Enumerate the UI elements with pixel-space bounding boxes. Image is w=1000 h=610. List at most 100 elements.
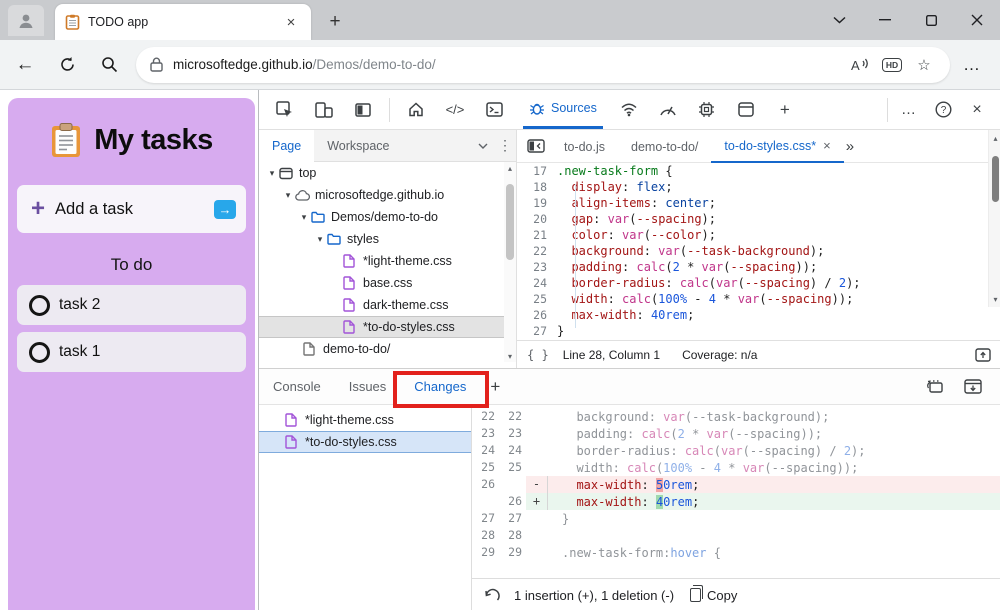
- tab-console[interactable]: Console: [259, 369, 335, 405]
- editor-tab[interactable]: demo-to-do/: [618, 130, 711, 163]
- refresh-button[interactable]: [50, 48, 84, 82]
- welcome-home-icon[interactable]: [403, 97, 429, 123]
- close-tab-icon[interactable]: ×: [823, 138, 831, 153]
- chevron-down-icon[interactable]: [472, 143, 494, 149]
- search-icon[interactable]: [92, 48, 126, 82]
- code-line[interactable]: 21 color: var(--color);: [517, 227, 1000, 243]
- tab-page[interactable]: Page: [259, 130, 314, 162]
- tree-item[interactable]: *to-do-styles.css: [259, 316, 516, 338]
- tab-issues[interactable]: Issues: [335, 369, 401, 405]
- task-checkbox[interactable]: [29, 295, 50, 316]
- scroll-up-icon[interactable]: ▴: [504, 162, 516, 174]
- tab-changes[interactable]: Changes: [400, 369, 480, 405]
- tree-item[interactable]: demo-to-do/: [259, 338, 516, 360]
- code-line[interactable]: 18 display: flex;: [517, 179, 1000, 195]
- network-tab-icon[interactable]: [616, 97, 642, 123]
- task-item[interactable]: task 2: [17, 285, 246, 325]
- code-line[interactable]: 27}: [517, 323, 1000, 339]
- inspect-tool-icon[interactable]: [272, 97, 298, 123]
- browser-tab[interactable]: TODO app ×: [55, 4, 311, 40]
- tree-item[interactable]: dark-theme.css: [259, 294, 516, 316]
- back-button[interactable]: ←: [8, 48, 42, 82]
- expander-icon[interactable]: ▾: [297, 212, 311, 223]
- code-line[interactable]: 25 width: calc(100% - 4 * var(--spacing)…: [517, 291, 1000, 307]
- application-tab-icon[interactable]: [733, 97, 759, 123]
- expander-icon[interactable]: ▾: [281, 190, 295, 201]
- more-tabs-icon[interactable]: »: [846, 138, 854, 155]
- editor-tab[interactable]: to-do.js: [551, 130, 618, 163]
- diff-row[interactable]: 2222 background: var(--task-background);: [472, 408, 1000, 425]
- expander-icon[interactable]: ▾: [313, 234, 327, 245]
- changed-file-item[interactable]: *to-do-styles.css: [259, 431, 471, 453]
- move-to-top-icon[interactable]: [975, 348, 991, 362]
- diff-row[interactable]: 2828: [472, 527, 1000, 544]
- code-line[interactable]: 17.new-task-form {: [517, 163, 1000, 179]
- tree-item[interactable]: ▾Demos/demo-to-do: [259, 206, 516, 228]
- editor-scrollbar[interactable]: ▴ ▾: [988, 130, 1000, 307]
- diff-row[interactable]: 2424 border-radius: calc(var(--spacing) …: [472, 442, 1000, 459]
- diff-row[interactable]: 26+ max-width: 40rem;: [472, 493, 1000, 510]
- diff-row[interactable]: 2323 padding: calc(2 * var(--spacing));: [472, 425, 1000, 442]
- diff-row[interactable]: 2929.new-task-form:hover {: [472, 544, 1000, 561]
- customize-devtools-icon[interactable]: …: [896, 97, 922, 123]
- editor-tab[interactable]: to-do-styles.css*×: [711, 130, 843, 163]
- navigator-scrollbar[interactable]: ▴ ▾: [504, 162, 516, 362]
- tab-search-chevron-icon[interactable]: [816, 0, 862, 40]
- add-drawer-tab-icon[interactable]: +: [490, 377, 500, 397]
- dock-drawer-icon[interactable]: [925, 379, 944, 394]
- submit-task-button[interactable]: →: [214, 200, 236, 219]
- task-item[interactable]: task 1: [17, 332, 246, 372]
- new-tab-button[interactable]: +: [322, 10, 348, 34]
- code-line[interactable]: 22 background: var(--task-background);: [517, 243, 1000, 259]
- hide-navigator-icon[interactable]: [521, 139, 551, 153]
- console-tab-icon[interactable]: [481, 97, 507, 123]
- dock-side-icon[interactable]: [350, 97, 376, 123]
- close-window-button[interactable]: [954, 0, 1000, 40]
- code-line[interactable]: 19 align-items: center;: [517, 195, 1000, 211]
- performance-tab-icon[interactable]: [655, 97, 681, 123]
- hd-badge-icon[interactable]: HD: [878, 51, 906, 79]
- address-bar[interactable]: microsoftedge.github.io/Demos/demo-to-do…: [136, 47, 950, 83]
- help-icon[interactable]: ?: [930, 97, 956, 123]
- code-area[interactable]: 17.new-task-form {18 display: flex;19 al…: [517, 163, 1000, 340]
- code-line[interactable]: 23 padding: calc(2 * var(--spacing));: [517, 259, 1000, 275]
- tab-close-icon[interactable]: ×: [281, 12, 301, 32]
- tree-item[interactable]: *light-theme.css: [259, 250, 516, 272]
- task-checkbox[interactable]: [29, 342, 50, 363]
- scroll-up-icon[interactable]: ▴: [990, 132, 1000, 144]
- changed-file-item[interactable]: *light-theme.css: [259, 409, 471, 431]
- tab-sources[interactable]: Sources: [523, 90, 603, 129]
- scroll-down-icon[interactable]: ▾: [504, 350, 516, 362]
- navigator-more-icon[interactable]: ⋮: [494, 137, 516, 154]
- profile-button[interactable]: [8, 5, 44, 36]
- tree-item[interactable]: base.css: [259, 272, 516, 294]
- close-devtools-icon[interactable]: ×: [964, 97, 990, 123]
- scrollbar-thumb[interactable]: [506, 184, 514, 260]
- tab-workspace[interactable]: Workspace: [314, 130, 402, 162]
- diff-row[interactable]: 26- max-width: 50rem;: [472, 476, 1000, 493]
- diff-row[interactable]: 2525 width: calc(100% - 4 * var(--spacin…: [472, 459, 1000, 476]
- copy-button[interactable]: Copy: [690, 588, 737, 603]
- code-line[interactable]: 26 max-width: 40rem;: [517, 307, 1000, 323]
- favorites-star-icon[interactable]: ☆: [910, 51, 938, 79]
- read-aloud-icon[interactable]: A: [846, 51, 874, 79]
- memory-tab-icon[interactable]: [694, 97, 720, 123]
- more-tools-plus-icon[interactable]: +: [772, 97, 798, 123]
- collapse-drawer-icon[interactable]: [964, 379, 982, 394]
- settings-more-icon[interactable]: …: [954, 48, 990, 82]
- expander-icon[interactable]: ▾: [265, 168, 279, 179]
- code-line[interactable]: 24 border-radius: calc(var(--spacing) / …: [517, 275, 1000, 291]
- device-emulation-icon[interactable]: [311, 97, 337, 123]
- tree-item[interactable]: ▾microsoftedge.github.io: [259, 184, 516, 206]
- scroll-down-icon[interactable]: ▾: [990, 293, 1000, 305]
- pretty-print-icon[interactable]: { }: [527, 348, 549, 362]
- diff-row[interactable]: 2727}: [472, 510, 1000, 527]
- add-task-field[interactable]: + Add a task →: [17, 185, 246, 233]
- elements-tab-icon[interactable]: </>: [442, 97, 468, 123]
- tree-item[interactable]: ▾styles: [259, 228, 516, 250]
- code-line[interactable]: 20 gap: var(--spacing);: [517, 211, 1000, 227]
- maximize-button[interactable]: [908, 0, 954, 40]
- minimize-button[interactable]: [862, 0, 908, 40]
- tree-item[interactable]: ▾top: [259, 162, 516, 184]
- scrollbar-thumb[interactable]: [992, 156, 999, 202]
